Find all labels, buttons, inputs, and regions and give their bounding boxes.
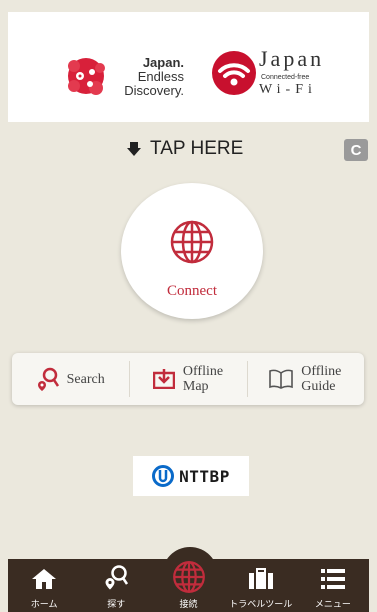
refresh-button[interactable]: C bbox=[344, 139, 368, 161]
logo-endless-text: Endless bbox=[137, 69, 184, 84]
quick-toolbar: Search Offline Map Offline Guide bbox=[12, 353, 364, 405]
tab-menu[interactable]: メニュー bbox=[297, 559, 369, 612]
logo-wifi-subtitle: Connected-free bbox=[261, 74, 310, 81]
offline-map-label-1: Offline bbox=[182, 364, 224, 379]
tab-connect-label: 接続 bbox=[179, 599, 198, 609]
offline-map-label-2: Map bbox=[182, 379, 209, 394]
tab-search[interactable]: 探す bbox=[80, 559, 152, 612]
tab-home[interactable]: ホーム bbox=[8, 559, 80, 612]
status-bar bbox=[0, 0, 377, 12]
logo-wifi-name: Wi-Fi bbox=[259, 82, 317, 97]
bottom-tab-bar: ホーム 探す 接続 トラベルツール メニュー bbox=[8, 547, 369, 612]
connect-label: Connect bbox=[167, 283, 217, 299]
search-pin-icon bbox=[37, 367, 59, 391]
japan-endless-discovery-logo: Japan. Endless Discovery. bbox=[60, 50, 200, 106]
search-pin-icon bbox=[105, 565, 129, 590]
nttbp-logo-icon bbox=[152, 465, 175, 487]
logo-wifi-title: Japan bbox=[259, 46, 325, 71]
tab-menu-label: メニュー bbox=[314, 599, 351, 609]
tab-search-label: 探す bbox=[107, 599, 126, 609]
tap-here-hint: TAP HERE bbox=[126, 137, 243, 161]
suitcase-icon bbox=[248, 568, 273, 589]
refresh-icon: C bbox=[350, 141, 362, 159]
sakura-logo-icon bbox=[68, 58, 105, 95]
nttbp-logo: NTTBP bbox=[133, 456, 249, 496]
logo-japan-text: Japan. bbox=[142, 55, 184, 70]
header: Japan. Endless Discovery. Japan Connecte… bbox=[8, 12, 369, 122]
nttbp-text: NTTBP bbox=[179, 466, 230, 486]
offline-map-button[interactable]: Offline Map bbox=[129, 353, 246, 405]
logo-discovery-text: Discovery. bbox=[124, 83, 184, 98]
tab-travel-tools[interactable]: トラベルツール bbox=[225, 559, 297, 612]
wifi-logo-icon bbox=[212, 51, 256, 95]
search-button[interactable]: Search bbox=[12, 353, 129, 405]
tab-connect[interactable]: 接続 bbox=[152, 559, 224, 612]
home-icon bbox=[32, 569, 57, 589]
arrow-down-icon bbox=[127, 142, 141, 156]
japan-wifi-logo: Japan Connected-free Wi-Fi bbox=[211, 40, 351, 108]
offline-guide-label-2: Guide bbox=[301, 379, 336, 394]
globe-icon bbox=[172, 561, 205, 593]
tab-home-label: ホーム bbox=[30, 599, 58, 609]
tab-travel-tools-label: トラベルツール bbox=[229, 599, 293, 609]
download-icon bbox=[152, 369, 175, 389]
connect-button[interactable]: Connect bbox=[121, 183, 263, 319]
offline-guide-button[interactable]: Offline Guide bbox=[246, 353, 364, 405]
search-label: Search bbox=[66, 371, 105, 387]
menu-icon bbox=[320, 569, 345, 589]
tap-here-label: TAP HERE bbox=[150, 138, 244, 159]
globe-icon bbox=[170, 220, 214, 264]
offline-guide-label-1: Offline bbox=[301, 364, 342, 379]
book-icon bbox=[269, 369, 294, 389]
